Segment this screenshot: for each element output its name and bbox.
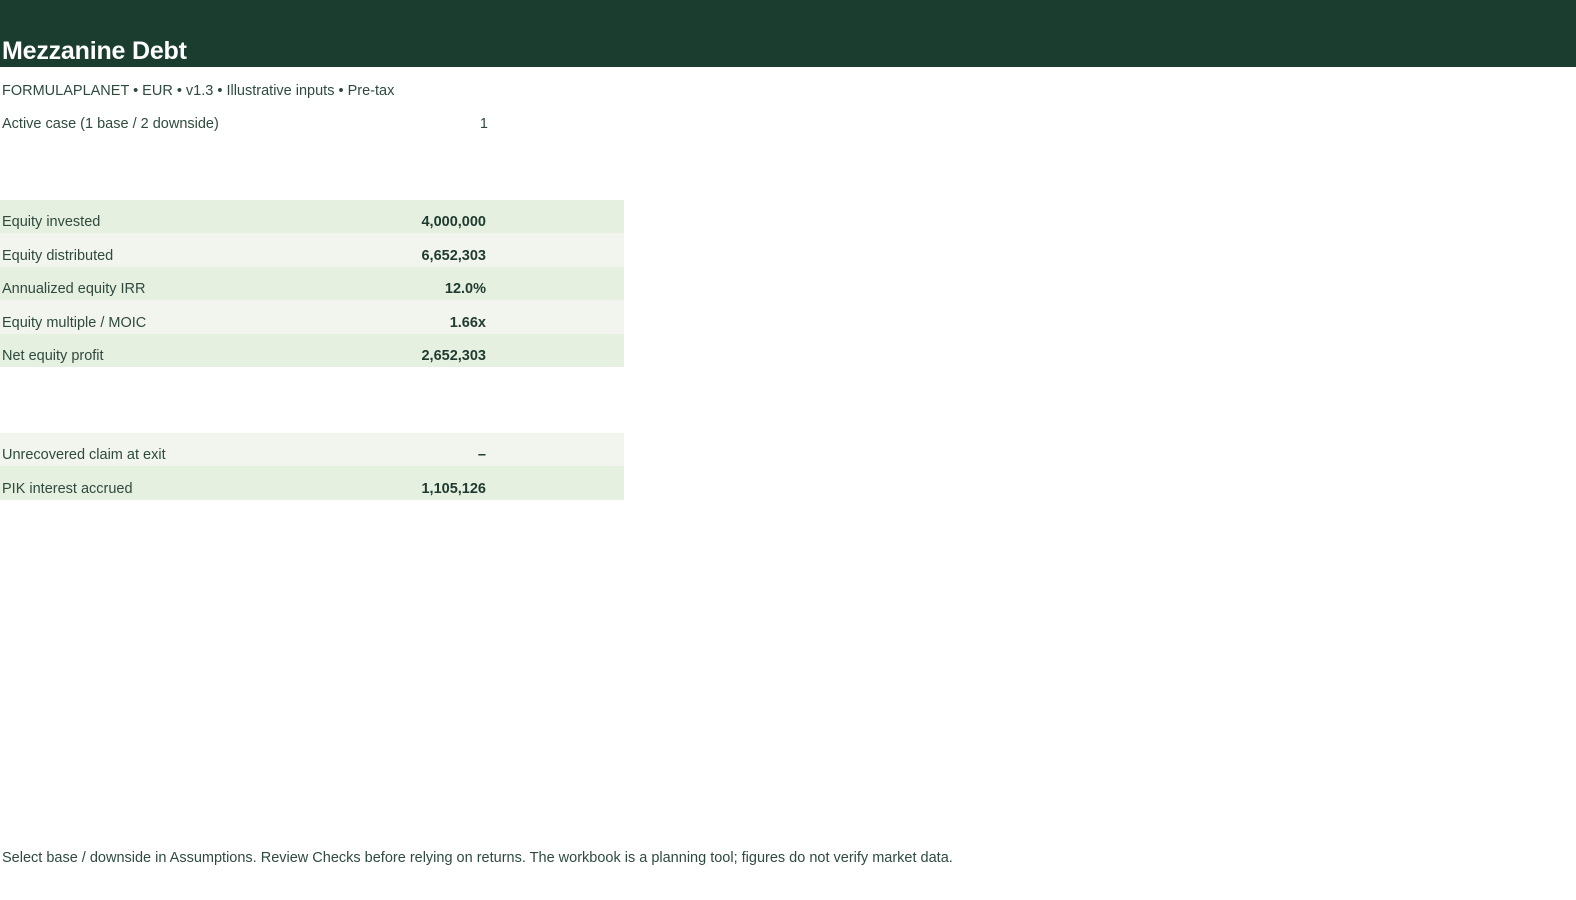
row-label: Unrecovered claim at exit	[2, 447, 166, 464]
row-value[interactable]: 6,652,303	[300, 247, 486, 265]
title-bar: Mezzanine Debt	[0, 0, 1576, 67]
table-row: Equity invested 4,000,000	[0, 200, 624, 234]
row-label: Equity multiple / MOIC	[2, 314, 147, 331]
active-case-row: Active case (1 base / 2 downside) 1	[0, 115, 488, 133]
row-value[interactable]: 4,000,000	[300, 213, 486, 231]
claims-summary-table: Unrecovered claim at exit – PIK interest…	[0, 433, 624, 500]
active-case-label: Active case (1 base / 2 downside)	[2, 116, 219, 132]
returns-summary-table: Equity invested 4,000,000 Equity distrib…	[0, 200, 624, 367]
active-case-input[interactable]: 1	[428, 115, 488, 133]
table-row: Annualized equity IRR 12.0%	[0, 266, 624, 301]
row-value[interactable]: 1.66x	[300, 314, 486, 332]
row-label: PIK interest accrued	[2, 480, 133, 497]
sheet-subtitle: FORMULAPLANET • EUR • v1.3 • Illustrativ…	[2, 83, 395, 99]
row-value[interactable]: 12.0%	[300, 280, 486, 298]
row-label: Equity invested	[2, 214, 101, 231]
footer-note: Select base / downside in Assumptions. R…	[2, 850, 953, 866]
row-value[interactable]: –	[300, 446, 486, 464]
row-label: Equity distributed	[2, 247, 114, 264]
table-row: PIK interest accrued 1,105,126	[0, 466, 624, 500]
row-value[interactable]: 2,652,303	[300, 347, 486, 365]
row-label: Annualized equity IRR	[2, 281, 146, 298]
table-row: Net equity profit 2,652,303	[0, 333, 624, 367]
row-value[interactable]: 1,105,126	[300, 480, 486, 498]
row-label: Net equity profit	[2, 347, 104, 364]
table-row: Equity distributed 6,652,303	[0, 233, 624, 267]
table-row: Unrecovered claim at exit –	[0, 433, 624, 467]
sheet-title: Mezzanine Debt	[2, 37, 187, 65]
table-row: Equity multiple / MOIC 1.66x	[0, 300, 624, 334]
